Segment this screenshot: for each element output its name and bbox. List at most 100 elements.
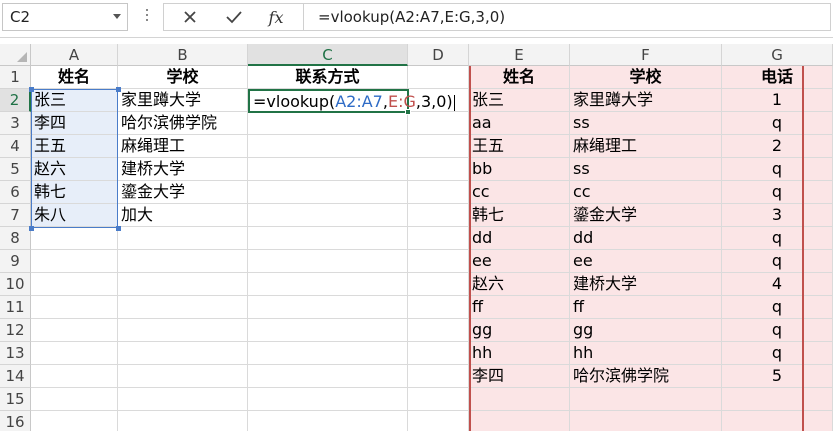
cell[interactable]	[408, 181, 469, 204]
cell[interactable]	[408, 66, 469, 89]
cell[interactable]	[31, 365, 118, 388]
cell-edit-formula[interactable]: =vlookup(A2:A7,E:G,3,0)	[253, 91, 455, 112]
column-header-g[interactable]: G	[722, 44, 833, 66]
cell[interactable]	[118, 227, 248, 250]
lookup-name-cell[interactable]: 赵六	[469, 273, 570, 296]
cell[interactable]	[408, 296, 469, 319]
cell[interactable]	[118, 365, 248, 388]
name-cell[interactable]: 李四	[31, 112, 118, 135]
cell[interactable]	[408, 227, 469, 250]
lookup-phone-cell[interactable]: q	[722, 250, 833, 273]
cell[interactable]	[118, 342, 248, 365]
lookup-school-cell[interactable]: ff	[570, 296, 722, 319]
lookup-phone-cell[interactable]	[722, 411, 833, 431]
lookup-phone-cell[interactable]: 1	[722, 89, 833, 112]
lookup-phone-cell[interactable]: 2	[722, 135, 833, 158]
lookup-phone-cell[interactable]: q	[722, 112, 833, 135]
row-header-3[interactable]: 3	[0, 112, 31, 135]
column-header-c[interactable]: C	[248, 44, 408, 66]
school-cell[interactable]: 麻绳理工	[118, 135, 248, 158]
name-cell[interactable]: 赵六	[31, 158, 118, 181]
column-header-b[interactable]: B	[118, 44, 248, 66]
cell[interactable]	[408, 273, 469, 296]
cell[interactable]	[408, 250, 469, 273]
cell[interactable]	[248, 296, 408, 319]
row-header-13[interactable]: 13	[0, 342, 31, 365]
cell[interactable]	[408, 135, 469, 158]
lookup-phone-cell[interactable]: 5	[722, 365, 833, 388]
cell[interactable]	[408, 411, 469, 431]
lookup-school-cell[interactable]	[570, 411, 722, 431]
lookup-name-cell[interactable]: ee	[469, 250, 570, 273]
column-header-a[interactable]: A	[31, 44, 118, 66]
lookup-phone-cell[interactable]: q	[722, 296, 833, 319]
name-cell[interactable]: 韩七	[31, 181, 118, 204]
lookup-school-cell[interactable]: ee	[570, 250, 722, 273]
lookup-name-cell[interactable]: 韩七	[469, 204, 570, 227]
cell[interactable]	[248, 365, 408, 388]
lookup-school-cell[interactable]: 哈尔滨佛学院	[570, 365, 722, 388]
lookup-name-cell[interactable]	[469, 411, 570, 431]
cell[interactable]	[248, 135, 408, 158]
cell[interactable]	[31, 227, 118, 250]
cell[interactable]	[31, 250, 118, 273]
spreadsheet-grid[interactable]: A B C D E F G 1 2 3 4 5 6 7 8 9 10 11 12 13 14 15 16 姓名 学校 联系方式 姓名…	[0, 44, 833, 431]
cell[interactable]	[118, 388, 248, 411]
column-header-f[interactable]: F	[570, 44, 722, 66]
cell[interactable]	[118, 296, 248, 319]
lookup-name-cell[interactable]: gg	[469, 319, 570, 342]
cell[interactable]	[118, 411, 248, 431]
cell[interactable]	[31, 273, 118, 296]
lookup-phone-cell[interactable]: 3	[722, 204, 833, 227]
header-cell-g[interactable]: 电话	[722, 66, 833, 89]
lookup-name-cell[interactable]: 张三	[469, 89, 570, 112]
cell[interactable]	[408, 342, 469, 365]
name-box[interactable]: C2	[2, 3, 128, 31]
cell[interactable]	[248, 319, 408, 342]
checkmark-icon[interactable]	[216, 4, 252, 30]
fill-handle[interactable]	[405, 109, 411, 115]
lookup-name-cell[interactable]: bb	[469, 158, 570, 181]
lookup-phone-cell[interactable]: 4	[722, 273, 833, 296]
cell[interactable]	[118, 319, 248, 342]
cell[interactable]	[31, 296, 118, 319]
row-header-15[interactable]: 15	[0, 388, 31, 411]
lookup-name-cell[interactable]: ff	[469, 296, 570, 319]
cell[interactable]	[408, 319, 469, 342]
cell[interactable]	[248, 411, 408, 431]
lookup-school-cell[interactable]: dd	[570, 227, 722, 250]
drag-handle-icon[interactable]	[146, 9, 149, 25]
row-header-11[interactable]: 11	[0, 296, 31, 319]
lookup-school-cell[interactable]: cc	[570, 181, 722, 204]
select-all-corner[interactable]	[0, 44, 31, 66]
lookup-name-cell[interactable]: aa	[469, 112, 570, 135]
row-header-5[interactable]: 5	[0, 158, 31, 181]
lookup-school-cell[interactable]: ss	[570, 158, 722, 181]
lookup-phone-cell[interactable]: q	[722, 158, 833, 181]
row-header-9[interactable]: 9	[0, 250, 31, 273]
cell[interactable]	[248, 227, 408, 250]
lookup-school-cell[interactable]: ss	[570, 112, 722, 135]
row-header-1[interactable]: 1	[0, 66, 31, 89]
name-cell[interactable]: 张三	[31, 89, 118, 112]
row-header-8[interactable]: 8	[0, 227, 31, 250]
lookup-school-cell[interactable]: 家里蹲大学	[570, 89, 722, 112]
name-cell[interactable]: 朱八	[31, 204, 118, 227]
lookup-name-cell[interactable]: 李四	[469, 365, 570, 388]
lookup-phone-cell[interactable]: q	[722, 181, 833, 204]
cell[interactable]	[31, 319, 118, 342]
active-cell-c2[interactable]: =vlookup(A2:A7,E:G,3,0)	[248, 89, 455, 115]
lookup-name-cell[interactable]: cc	[469, 181, 570, 204]
header-cell-c[interactable]: 联系方式	[248, 66, 408, 89]
row-header-12[interactable]: 12	[0, 319, 31, 342]
chevron-down-icon[interactable]	[113, 14, 121, 19]
lookup-phone-cell[interactable]: q	[722, 227, 833, 250]
lookup-school-cell[interactable]: 麻绳理工	[570, 135, 722, 158]
lookup-phone-cell[interactable]: q	[722, 319, 833, 342]
cell[interactable]	[31, 388, 118, 411]
header-cell-a[interactable]: 姓名	[31, 66, 118, 89]
school-cell[interactable]: 建桥大学	[118, 158, 248, 181]
header-cell-f[interactable]: 学校	[570, 66, 722, 89]
lookup-school-cell[interactable]: 鎏金大学	[570, 204, 722, 227]
lookup-name-cell[interactable]: 王五	[469, 135, 570, 158]
